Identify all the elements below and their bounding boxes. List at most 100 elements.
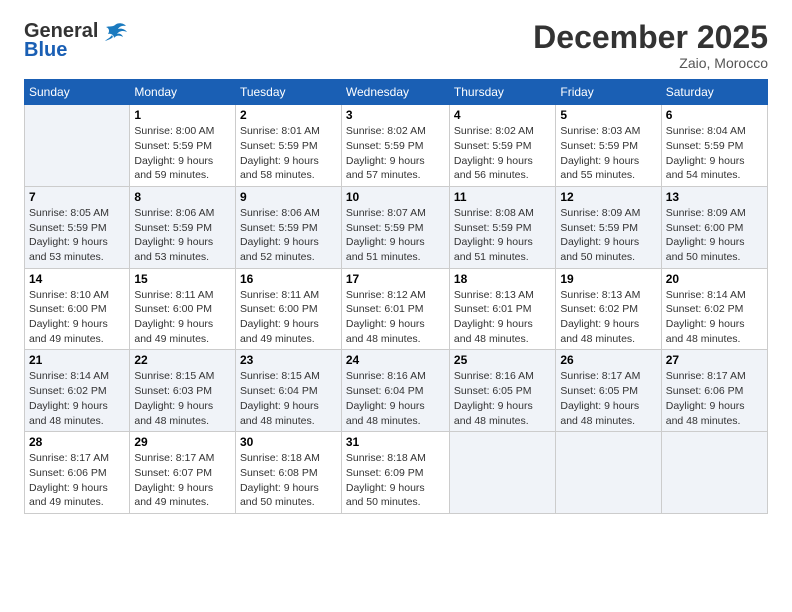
day-info: Sunrise: 8:15 AM Sunset: 6:04 PM Dayligh… xyxy=(240,369,337,428)
day-number: 4 xyxy=(454,108,551,122)
col-friday: Friday xyxy=(556,80,661,105)
day-number: 25 xyxy=(454,353,551,367)
calendar-week-row: 21Sunrise: 8:14 AM Sunset: 6:02 PM Dayli… xyxy=(25,350,768,432)
day-info: Sunrise: 8:18 AM Sunset: 6:08 PM Dayligh… xyxy=(240,451,337,510)
day-number: 5 xyxy=(560,108,656,122)
day-number: 9 xyxy=(240,190,337,204)
day-info: Sunrise: 8:11 AM Sunset: 6:00 PM Dayligh… xyxy=(134,288,231,347)
day-number: 19 xyxy=(560,272,656,286)
day-number: 29 xyxy=(134,435,231,449)
table-row: 6Sunrise: 8:04 AM Sunset: 5:59 PM Daylig… xyxy=(661,105,767,187)
table-row: 17 Sunrise: 8:12 AM Sunset: 6:01 PM Dayli… xyxy=(341,268,449,350)
table-row: 29 Sunrise: 8:17 AM Sunset: 6:07 PM Dayli… xyxy=(130,432,236,514)
table-row: 27 Sunrise: 8:17 AM Sunset: 6:06 PM Dayli… xyxy=(661,350,767,432)
day-info: Sunrise: 8:17 AM Sunset: 6:05 PM Dayligh… xyxy=(560,369,656,428)
table-row: 4Sunrise: 8:02 AM Sunset: 5:59 PM Daylig… xyxy=(449,105,555,187)
day-info: Sunrise: 8:13 AM Sunset: 6:01 PM Dayligh… xyxy=(454,288,551,347)
day-info: Sunrise: 8:13 AM Sunset: 6:02 PM Dayligh… xyxy=(560,288,656,347)
day-number: 10 xyxy=(346,190,445,204)
table-row: 16 Sunrise: 8:11 AM Sunset: 6:00 PM Dayli… xyxy=(235,268,341,350)
day-number: 17 xyxy=(346,272,445,286)
day-info: Sunrise: 8:03 AM Sunset: 5:59 PM Dayligh… xyxy=(560,124,656,183)
table-row: 19 Sunrise: 8:13 AM Sunset: 6:02 PM Dayli… xyxy=(556,268,661,350)
day-number: 20 xyxy=(666,272,763,286)
day-number: 28 xyxy=(29,435,125,449)
day-info: Sunrise: 8:06 AM Sunset: 5:59 PM Dayligh… xyxy=(134,206,231,265)
day-number: 22 xyxy=(134,353,231,367)
day-number: 13 xyxy=(666,190,763,204)
day-info: Sunrise: 8:14 AM Sunset: 6:02 PM Dayligh… xyxy=(29,369,125,428)
calendar-week-row: 14 Sunrise: 8:10 AM Sunset: 6:00 PM Dayli… xyxy=(25,268,768,350)
day-number: 12 xyxy=(560,190,656,204)
day-info: Sunrise: 8:05 AM Sunset: 5:59 PM Dayligh… xyxy=(29,206,125,265)
table-row: 8 Sunrise: 8:06 AM Sunset: 5:59 PM Daylig… xyxy=(130,186,236,268)
day-number: 2 xyxy=(240,108,337,122)
day-info: Sunrise: 8:18 AM Sunset: 6:09 PM Dayligh… xyxy=(346,451,445,510)
day-number: 31 xyxy=(346,435,445,449)
day-info: Sunrise: 8:10 AM Sunset: 6:00 PM Dayligh… xyxy=(29,288,125,347)
day-info: Sunrise: 8:06 AM Sunset: 5:59 PM Dayligh… xyxy=(240,206,337,265)
day-number: 24 xyxy=(346,353,445,367)
location-subtitle: Zaio, Morocco xyxy=(533,55,768,71)
table-row: 7 Sunrise: 8:05 AM Sunset: 5:59 PM Daylig… xyxy=(25,186,130,268)
day-info: Sunrise: 8:00 AM Sunset: 5:59 PM Dayligh… xyxy=(134,124,231,183)
col-saturday: Saturday xyxy=(661,80,767,105)
page-header: General Blue December 2025 Zaio, Morocco xyxy=(24,20,768,71)
day-number: 7 xyxy=(29,190,125,204)
day-info: Sunrise: 8:15 AM Sunset: 6:03 PM Dayligh… xyxy=(134,369,231,428)
col-monday: Monday xyxy=(130,80,236,105)
logo: General Blue xyxy=(24,20,128,59)
day-info: Sunrise: 8:02 AM Sunset: 5:59 PM Dayligh… xyxy=(346,124,445,183)
calendar-header-row: Sunday Monday Tuesday Wednesday Thursday… xyxy=(25,80,768,105)
table-row: 31 Sunrise: 8:18 AM Sunset: 6:09 PM Dayli… xyxy=(341,432,449,514)
day-info: Sunrise: 8:12 AM Sunset: 6:01 PM Dayligh… xyxy=(346,288,445,347)
table-row xyxy=(25,105,130,187)
table-row: 18Sunrise: 8:13 AM Sunset: 6:01 PM Dayli… xyxy=(449,268,555,350)
table-row: 22 Sunrise: 8:15 AM Sunset: 6:03 PM Dayli… xyxy=(130,350,236,432)
table-row: 12Sunrise: 8:09 AM Sunset: 5:59 PM Dayli… xyxy=(556,186,661,268)
day-info: Sunrise: 8:14 AM Sunset: 6:02 PM Dayligh… xyxy=(666,288,763,347)
day-info: Sunrise: 8:17 AM Sunset: 6:06 PM Dayligh… xyxy=(29,451,125,510)
table-row: 1 Sunrise: 8:00 AM Sunset: 5:59 PM Daylig… xyxy=(130,105,236,187)
day-number: 3 xyxy=(346,108,445,122)
col-sunday: Sunday xyxy=(25,80,130,105)
calendar-week-row: 1 Sunrise: 8:00 AM Sunset: 5:59 PM Daylig… xyxy=(25,105,768,187)
day-info: Sunrise: 8:04 AM Sunset: 5:59 PM Dayligh… xyxy=(666,124,763,183)
logo-bird-icon xyxy=(102,21,128,43)
day-info: Sunrise: 8:16 AM Sunset: 6:05 PM Dayligh… xyxy=(454,369,551,428)
day-info: Sunrise: 8:07 AM Sunset: 5:59 PM Dayligh… xyxy=(346,206,445,265)
table-row: 23Sunrise: 8:15 AM Sunset: 6:04 PM Dayli… xyxy=(235,350,341,432)
table-row: 5 Sunrise: 8:03 AM Sunset: 5:59 PM Daylig… xyxy=(556,105,661,187)
col-wednesday: Wednesday xyxy=(341,80,449,105)
table-row: 24 Sunrise: 8:16 AM Sunset: 6:04 PM Dayli… xyxy=(341,350,449,432)
day-info: Sunrise: 8:08 AM Sunset: 5:59 PM Dayligh… xyxy=(454,206,551,265)
day-number: 16 xyxy=(240,272,337,286)
day-info: Sunrise: 8:16 AM Sunset: 6:04 PM Dayligh… xyxy=(346,369,445,428)
day-info: Sunrise: 8:01 AM Sunset: 5:59 PM Dayligh… xyxy=(240,124,337,183)
table-row: 14 Sunrise: 8:10 AM Sunset: 6:00 PM Dayli… xyxy=(25,268,130,350)
day-number: 8 xyxy=(134,190,231,204)
day-info: Sunrise: 8:11 AM Sunset: 6:00 PM Dayligh… xyxy=(240,288,337,347)
day-number: 15 xyxy=(134,272,231,286)
table-row xyxy=(556,432,661,514)
table-row: 21Sunrise: 8:14 AM Sunset: 6:02 PM Dayli… xyxy=(25,350,130,432)
table-row: 15 Sunrise: 8:11 AM Sunset: 6:00 PM Dayli… xyxy=(130,268,236,350)
calendar-week-row: 7 Sunrise: 8:05 AM Sunset: 5:59 PM Daylig… xyxy=(25,186,768,268)
table-row: 20 Sunrise: 8:14 AM Sunset: 6:02 PM Dayli… xyxy=(661,268,767,350)
table-row: 13Sunrise: 8:09 AM Sunset: 6:00 PM Dayli… xyxy=(661,186,767,268)
day-number: 11 xyxy=(454,190,551,204)
title-block: December 2025 Zaio, Morocco xyxy=(533,20,768,71)
table-row: 30 Sunrise: 8:18 AM Sunset: 6:08 PM Dayli… xyxy=(235,432,341,514)
day-info: Sunrise: 8:17 AM Sunset: 6:06 PM Dayligh… xyxy=(666,369,763,428)
month-title: December 2025 xyxy=(533,20,768,55)
table-row: 28 Sunrise: 8:17 AM Sunset: 6:06 PM Dayli… xyxy=(25,432,130,514)
table-row: 10 Sunrise: 8:07 AM Sunset: 5:59 PM Dayli… xyxy=(341,186,449,268)
col-thursday: Thursday xyxy=(449,80,555,105)
table-row: 25 Sunrise: 8:16 AM Sunset: 6:05 PM Dayli… xyxy=(449,350,555,432)
day-info: Sunrise: 8:17 AM Sunset: 6:07 PM Dayligh… xyxy=(134,451,231,510)
day-number: 1 xyxy=(134,108,231,122)
table-row xyxy=(661,432,767,514)
day-number: 14 xyxy=(29,272,125,286)
day-number: 30 xyxy=(240,435,337,449)
day-number: 27 xyxy=(666,353,763,367)
